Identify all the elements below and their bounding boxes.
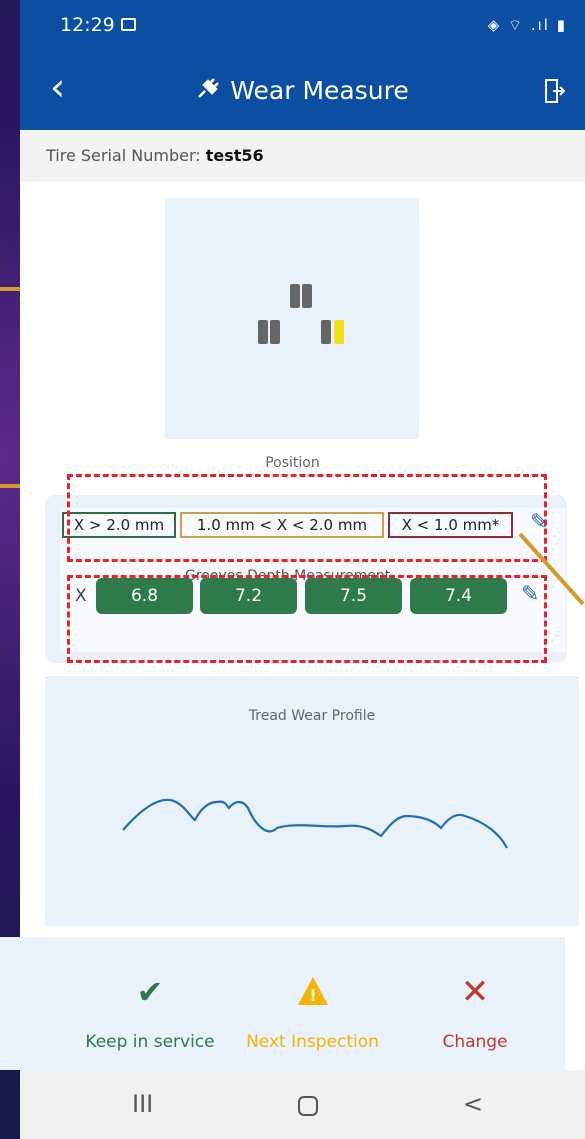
gallery-icon [121, 18, 136, 31]
tire-rear-right-outer-selected[interactable] [334, 320, 344, 344]
tire-front-left[interactable] [290, 284, 300, 308]
tread-wear-card: Tread Wear Profile [45, 676, 579, 926]
next-label: Next Inspection [246, 1032, 379, 1052]
next-inspection-button[interactable]: ! Next Inspection [240, 976, 385, 1052]
nav-back-icon[interactable]: < [463, 1090, 483, 1118]
recents-icon[interactable]: III [132, 1090, 153, 1118]
serial-value: test56 [205, 146, 264, 165]
position-label: Position [265, 455, 320, 471]
tire-position-diagram[interactable] [165, 198, 419, 439]
serial-number: Tire Serial Number: test56 [46, 146, 264, 165]
tread-wear-profile-curve [122, 798, 508, 849]
plug-icon [196, 76, 220, 105]
home-icon[interactable] [298, 1096, 318, 1116]
status-time: 12:29 [60, 14, 115, 36]
keep-in-service-button[interactable]: ✔ Keep in service [80, 976, 220, 1052]
exit-door-icon[interactable] [545, 79, 566, 103]
annotation-highlight-depths [67, 575, 547, 663]
serial-bar: Tire Serial Number: test56 [20, 130, 585, 182]
annotation-arrow-3 [518, 532, 585, 606]
svg-text:!: ! [309, 986, 316, 1005]
status-bar: 12:29 ◈ ⌔ .ıl ▮ [20, 0, 585, 56]
warning-icon: ! [240, 976, 385, 1010]
check-icon: ✔ [136, 973, 164, 1011]
change-label: Change [442, 1032, 508, 1052]
status-icons: ◈ ⌔ .ıl ▮ [487, 16, 567, 34]
tire-rear-left-inner[interactable] [270, 320, 280, 344]
page-title-wrap: Wear Measure [20, 76, 585, 105]
serial-label: Tire Serial Number: [46, 146, 206, 165]
page-title: Wear Measure [230, 76, 409, 105]
change-button[interactable]: ✕ Change [420, 972, 530, 1052]
app-bar: ‹ Wear Measure [20, 56, 585, 130]
keep-label: Keep in service [85, 1032, 215, 1052]
tire-rear-right-inner[interactable] [321, 320, 331, 344]
tire-rear-left-outer[interactable] [258, 320, 268, 344]
close-x-icon: ✕ [460, 972, 490, 1012]
annotation-highlight-legend [67, 474, 547, 562]
tire-front-right[interactable] [302, 284, 312, 308]
